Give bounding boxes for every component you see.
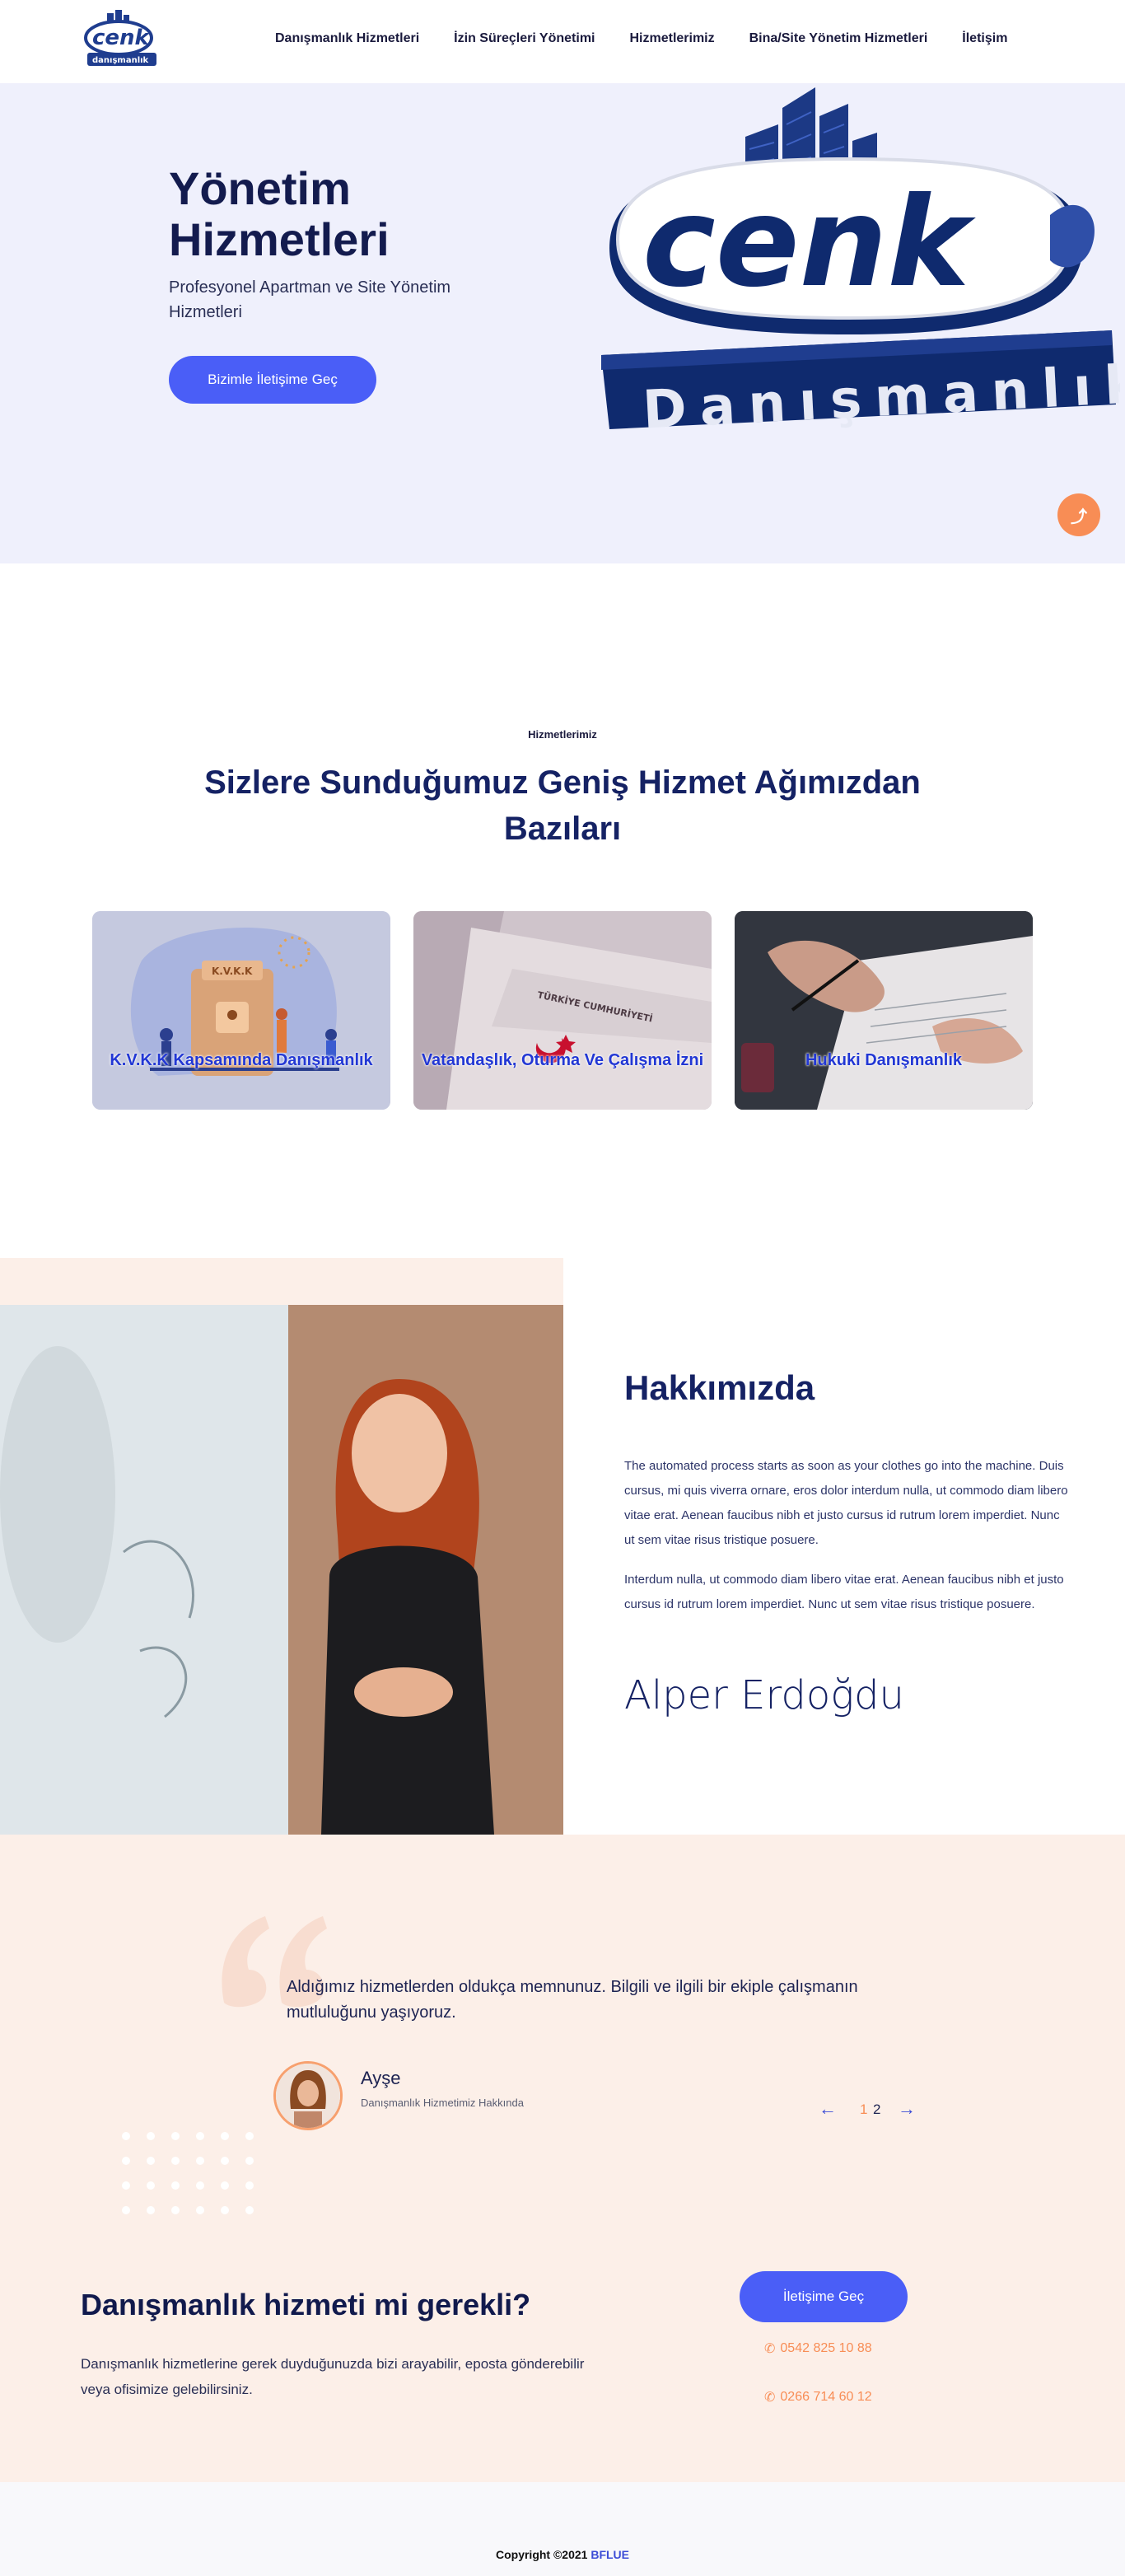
service-card-vatandaslik[interactable]: TÜRKİYE CUMHURİYETİ Vatandaşlık, Oturma … [413,911,712,1110]
service-card-label: Hukuki Danışmanlık [805,1051,963,1069]
services-tag: Hizmetlerimiz [528,728,597,741]
svg-text:cenk: cenk [642,171,976,315]
nav-item-danismanlik[interactable]: Danışmanlık Hizmetleri [275,31,419,46]
main-nav: Danışmanlık Hizmetleri İzin Süreçleri Yö… [275,31,1007,46]
about-paragraph-1: The automated process starts as soon as … [624,1459,1068,1547]
phone-icon: ✆ [764,2391,776,2405]
phone-icon: ✆ [764,2342,776,2356]
phone-number: 0542 825 10 88 [780,2341,872,2355]
svg-text:K.V.K.K: K.V.K.K [212,965,253,977]
phone-link-2[interactable]: ✆ 0266 714 60 12 [764,2389,872,2405]
phone-number: 0266 714 60 12 [780,2390,872,2404]
nav-item-hizmetlerimiz[interactable]: Hizmetlerimiz [629,31,714,46]
hero-logo: cenk Danışmanlık [601,87,1120,442]
hero-title: Yönetim Hizmetleri [169,162,390,265]
copyright-text: Copyright ©2021 [495,2548,588,2561]
nav-item-bina-site[interactable]: Bina/Site Yönetim Hizmetleri [749,31,928,46]
site-header: cenk danışmanlık Danışmanlık Hizmetleri … [0,0,1125,83]
copyright: Copyright ©2021 BFLUE [0,2548,1125,2561]
site-footer: Copyright ©2021 BFLUE [0,2482,1125,2576]
arrow-right-icon[interactable]: → [898,2098,916,2120]
brand-link[interactable]: BFLUE [591,2548,629,2561]
svg-text:cenk: cenk [92,26,151,50]
arrow-up-icon: ⤴ [1071,507,1087,526]
legal-image [735,911,1033,1110]
phone-link-1[interactable]: ✆ 0542 825 10 88 [764,2340,872,2357]
about-title: Hakkımızda [624,1368,815,1407]
services-title: Sizlere Sunduğumuz Geniş Hizmet Ağımızda… [204,764,921,847]
avatar [273,2061,343,2130]
pagination-total[interactable]: 2 [873,2101,880,2118]
dots-pattern [122,2132,254,2214]
testimonial-text: Aldığımız hizmetlerden oldukça memnunuz.… [287,1978,858,2022]
pagination-current[interactable]: 1 [860,2101,867,2118]
cta-text: Danışmanlık hizmetlerine gerek duyduğunu… [81,2356,585,2397]
arrow-left-icon[interactable]: ← [819,2098,837,2120]
about-paragraph-2: Interdum nulla, ut commodo diam libero v… [624,1573,1064,1611]
nav-item-iletisim[interactable]: İletişim [962,31,1007,46]
testimonial-role: Danışmanlık Hizmetimiz Hakkında [361,2097,524,2109]
hero-subtitle: Profesyonel Apartman ve Site Yönetim Hiz… [169,278,451,321]
about-photo [0,1305,563,1835]
testimonial-section: Aldığımız hizmetlerden oldukça memnunuz.… [0,1835,1125,2482]
service-card-label: K.V.K.K Kapsamında Danışmanlık [110,1051,373,1069]
hero-section: Yönetim Hizmetleri Profesyonel Apartman … [0,83,1125,563]
contact-us-button[interactable]: Bizimle İletişime Geç [169,356,376,404]
scroll-top-button[interactable]: ⤴ [1057,493,1100,536]
about-signature: Alper Erdoğdu [624,1672,904,1718]
passport-image: TÜRKİYE CUMHURİYETİ [413,911,712,1110]
nav-item-izin[interactable]: İzin Süreçleri Yönetimi [454,31,595,46]
contact-button[interactable]: İletişime Geç [740,2271,908,2322]
site-logo[interactable]: cenk danışmanlık [82,10,161,72]
testimonial-name: Ayşe [361,2068,401,2088]
service-card-hukuki[interactable]: Hukuki Danışmanlık [735,911,1033,1110]
service-card-label: Vatandaşlık, Oturma Ve Çalışma İzni [421,1051,704,1069]
kvkk-illustration: K.V.K.K [92,911,390,1110]
cta-title: Danışmanlık hizmeti mi gerekli? [81,2288,531,2321]
svg-text:danışmanlık: danışmanlık [92,56,149,65]
service-card-kvkk[interactable]: K.V.K.K K.V.K.K Kapsamında Danışmanlık [92,911,390,1110]
